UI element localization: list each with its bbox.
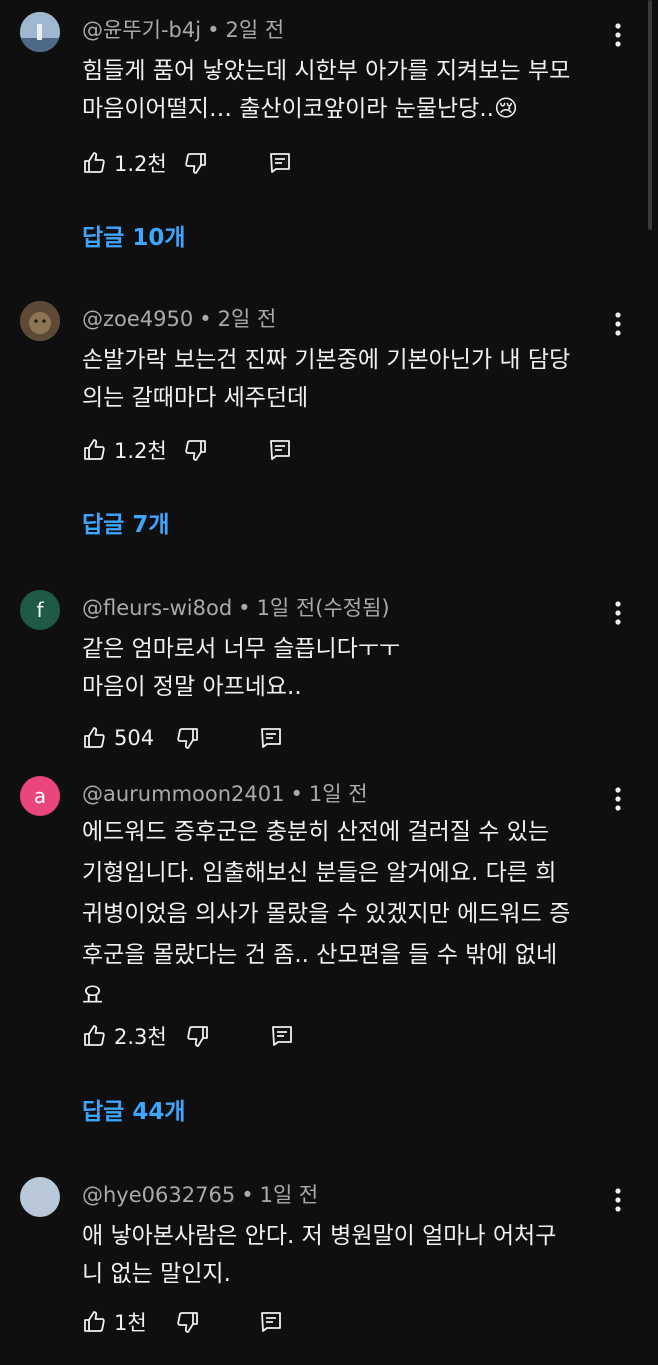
timestamp: 1일 전 <box>308 782 368 806</box>
comment-text: 애 낳아본사람은 안다. 저 병원말이 얼마나 어처구 니 없는 말인지. <box>82 1217 622 1293</box>
more-vertical-icon[interactable] <box>608 1185 628 1215</box>
separator-dot: • <box>199 307 212 331</box>
like-button[interactable]: 1천 <box>82 1305 147 1339</box>
comment-text: 힘들게 품어 낳았는데 시한부 아가를 지켜보는 부모 마음이어떨지… 출산이코… <box>82 52 622 128</box>
avatar-image-icon <box>20 301 60 341</box>
avatar[interactable] <box>20 301 60 341</box>
avatar-image-icon <box>20 12 60 52</box>
comment-line: 기형입니다. 임출해보신 분들은 알거에요. 다른 희 <box>82 860 557 886</box>
replies-toggle[interactable]: 답글 44개 <box>82 1092 186 1126</box>
thumbs-down-icon <box>185 153 206 174</box>
comment-line: 요 <box>82 983 104 1009</box>
comment-text: 손발가락 보는건 진짜 기본중에 기본아닌가 내 담당 의는 갈때마다 세주던데 <box>82 341 622 417</box>
author-name[interactable]: @윤뚜기-b4j <box>82 18 201 42</box>
avatar[interactable]: a <box>20 776 60 816</box>
thumbs-up-icon <box>84 152 105 173</box>
comment-line: 마음이어떨지… 출산이코앞이라 눈물난당..😢 <box>82 96 518 122</box>
author-name[interactable]: @fleurs-wi8od <box>82 596 232 620</box>
thumbs-down-icon <box>177 1312 198 1333</box>
reply-button[interactable] <box>259 1305 283 1339</box>
comment-meta: @윤뚜기-b4j • 2일 전 <box>82 14 284 44</box>
comment-line: 니 없는 말인지. <box>82 1261 231 1287</box>
comment-line: 의는 갈때마다 세주던데 <box>82 385 309 411</box>
dislike-button[interactable] <box>186 1019 210 1053</box>
reply-comment-icon <box>261 728 281 748</box>
thumbs-down-icon <box>177 728 198 749</box>
comment-meta: @hye0632765 • 1일 전 <box>82 1179 318 1209</box>
comment-meta: @aurummoon2401 • 1일 전 <box>82 778 368 808</box>
like-count: 1천 <box>114 1311 147 1335</box>
reply-comment-icon <box>272 1026 292 1046</box>
like-button[interactable]: 1.2천 <box>82 433 167 467</box>
thumbs-down-icon <box>185 440 206 461</box>
avatar-letter: a <box>33 784 47 808</box>
comment-line: 에드워드 증후군은 충분히 산전에 걸러질 수 있는 <box>82 819 550 845</box>
reply-button[interactable] <box>259 721 283 755</box>
comment-line: 같은 엄마로서 너무 슬픕니다ㅜㅜ <box>82 636 401 662</box>
comment-text: 같은 엄마로서 너무 슬픕니다ㅜㅜ 마음이 정말 아프네요.. <box>82 630 622 706</box>
like-count: 504 <box>114 726 155 750</box>
reply-button[interactable] <box>270 1019 294 1053</box>
reply-button[interactable] <box>268 433 292 467</box>
separator-dot: • <box>238 596 251 620</box>
more-vertical-icon[interactable] <box>608 20 628 50</box>
thumbs-up-icon <box>84 1025 105 1046</box>
comment-line: 후군을 몰랐다는 건 좀.. 산모편을 들 수 밖에 없네 <box>82 942 558 968</box>
thumbs-up-icon <box>84 727 105 748</box>
thumbs-down-icon <box>187 1026 208 1047</box>
dislike-button[interactable] <box>184 146 208 180</box>
comment-meta: @fleurs-wi8od • 1일 전(수정됨) <box>82 592 390 622</box>
like-button[interactable]: 504 <box>82 721 154 755</box>
separator-dot: • <box>241 1183 254 1207</box>
comment-line: 귀병이었음 의사가 몰랐을 수 있겠지만 에드워드 증 <box>82 901 571 927</box>
dislike-button[interactable] <box>184 433 208 467</box>
avatar[interactable] <box>20 1177 60 1217</box>
like-count: 1.2천 <box>114 439 167 463</box>
reply-comment-icon <box>270 153 290 173</box>
reply-comment-icon <box>261 1312 281 1332</box>
like-count: 2.3천 <box>114 1025 167 1049</box>
separator-dot: • <box>207 18 220 42</box>
comment-actions: 2.3천 <box>82 1019 602 1053</box>
author-name[interactable]: @zoe4950 <box>82 307 193 331</box>
like-count: 1.2천 <box>114 152 167 176</box>
avatar-letter: f <box>36 598 44 622</box>
comment-actions: 1.2천 <box>82 433 602 467</box>
comment-actions: 1천 <box>82 1305 602 1339</box>
timestamp: 1일 전(수정됨) <box>256 596 390 620</box>
more-vertical-icon[interactable] <box>608 598 628 628</box>
replies-toggle[interactable]: 답글 10개 <box>82 218 186 252</box>
timestamp: 1일 전 <box>259 1183 319 1207</box>
avatar[interactable] <box>20 12 60 52</box>
replies-toggle[interactable]: 답글 7개 <box>82 505 170 539</box>
comment-line: 손발가락 보는건 진짜 기본중에 기본아닌가 내 담당 <box>82 347 571 373</box>
comment-line: 힘들게 품어 낳았는데 시한부 아가를 지켜보는 부모 <box>82 58 571 84</box>
comment-line: 마음이 정말 아프네요.. <box>82 674 302 700</box>
comment-text: 에드워드 증후군은 충분히 산전에 걸러질 수 있는 기형입니다. 임출해보신 … <box>82 812 622 1017</box>
dislike-button[interactable] <box>176 1305 200 1339</box>
like-button[interactable]: 1.2천 <box>82 146 167 180</box>
scrollbar[interactable] <box>648 0 652 230</box>
reply-button[interactable] <box>268 146 292 180</box>
reply-comment-icon <box>270 440 290 460</box>
timestamp: 2일 전 <box>225 18 285 42</box>
thumbs-up-icon <box>84 439 105 460</box>
thumbs-up-icon <box>84 1311 105 1332</box>
like-button[interactable]: 2.3천 <box>82 1019 167 1053</box>
avatar[interactable]: f <box>20 590 60 630</box>
comment-meta: @zoe4950 • 2일 전 <box>82 303 276 333</box>
comment-line: 애 낳아본사람은 안다. 저 병원말이 얼마나 어처구 <box>82 1223 557 1249</box>
comment-actions: 1.2천 <box>82 146 602 180</box>
timestamp: 2일 전 <box>217 307 277 331</box>
dislike-button[interactable] <box>176 721 200 755</box>
more-vertical-icon[interactable] <box>608 784 628 814</box>
comment-actions: 504 <box>82 721 602 755</box>
separator-dot: • <box>290 782 303 806</box>
more-vertical-icon[interactable] <box>608 309 628 339</box>
author-name[interactable]: @aurummoon2401 <box>82 782 284 806</box>
author-name[interactable]: @hye0632765 <box>82 1183 235 1207</box>
